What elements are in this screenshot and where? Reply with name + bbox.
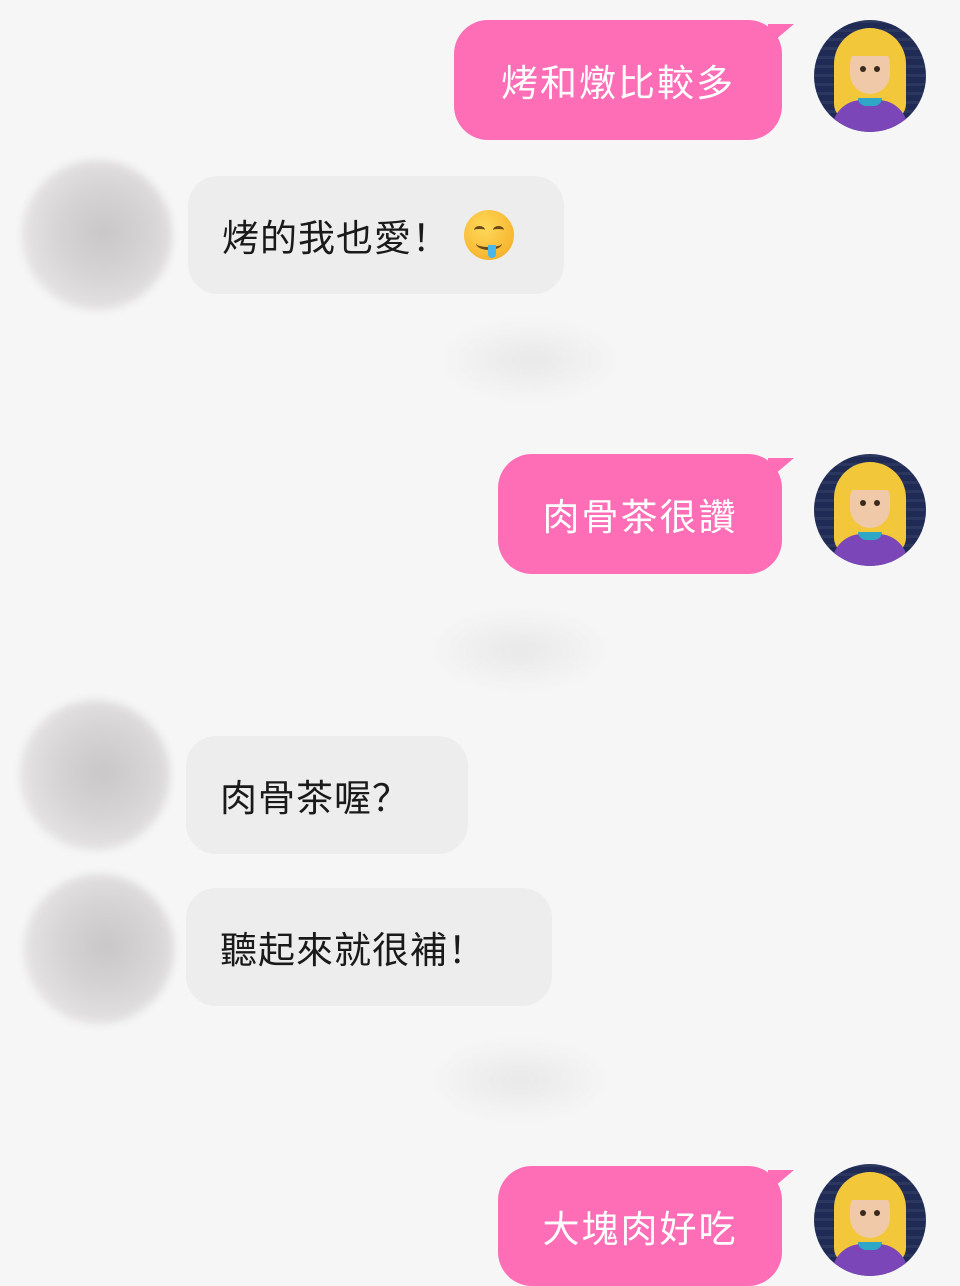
contact-avatar-blurred[interactable] xyxy=(24,874,174,1024)
blurred-timestamp xyxy=(440,320,620,400)
my-avatar[interactable] xyxy=(814,20,926,132)
outgoing-message-bubble[interactable]: 肉骨茶很讚 xyxy=(498,454,794,574)
message-text: 烤的我也愛！ xyxy=(222,217,450,260)
outgoing-message-bubble[interactable]: 大塊肉好吃 xyxy=(498,1166,794,1286)
my-avatar[interactable] xyxy=(814,1164,926,1276)
incoming-message-bubble[interactable]: 烤的我也愛！ xyxy=(188,176,564,294)
drooling-face-emoji-icon xyxy=(464,210,514,260)
message-text: 肉骨茶很讚 xyxy=(542,496,738,539)
blurred-timestamp xyxy=(430,1040,610,1120)
chat-thread: 烤和燉比較多 烤的我也愛！ 肉骨茶很讚 肉骨茶喔？ 聽起來就很補！ 大塊肉好吃 xyxy=(0,0,960,1286)
message-text: 烤和燉比較多 xyxy=(501,62,735,105)
message-text: 聽起來就很補！ xyxy=(220,929,486,972)
my-avatar[interactable] xyxy=(814,454,926,566)
message-text: 肉骨茶喔？ xyxy=(220,777,410,820)
message-text: 大塊肉好吃 xyxy=(542,1208,738,1251)
outgoing-message-bubble[interactable]: 烤和燉比較多 xyxy=(454,20,794,140)
incoming-message-bubble[interactable]: 聽起來就很補！ xyxy=(186,888,552,1006)
blurred-timestamp xyxy=(430,610,610,690)
contact-avatar-blurred[interactable] xyxy=(20,700,170,850)
incoming-message-bubble[interactable]: 肉骨茶喔？ xyxy=(186,736,468,854)
contact-avatar-blurred[interactable] xyxy=(22,160,172,310)
